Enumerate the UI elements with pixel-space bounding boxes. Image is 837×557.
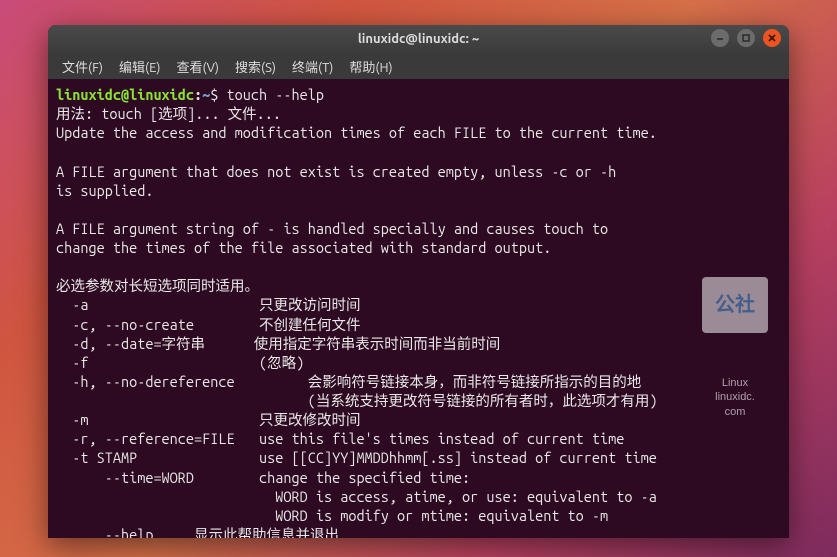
- output-line: WORD is modify or mtime: equivalent to -…: [56, 507, 608, 524]
- output-line: -r, --reference=FILE use this file's tim…: [56, 430, 624, 447]
- output-line: is supplied.: [56, 182, 153, 199]
- close-icon: [767, 33, 777, 43]
- terminal-area[interactable]: linuxidc@linuxidc:~$ touch --help 用法: to…: [48, 79, 789, 538]
- menu-view[interactable]: 查看(V): [171, 54, 225, 79]
- minimize-icon: [715, 33, 725, 43]
- maximize-icon: [741, 33, 751, 43]
- output-line: A FILE argument string of - is handled s…: [56, 220, 608, 237]
- prompt-sep: :: [194, 86, 202, 103]
- output-line: (当系统支持更改符号链接的所有者时，此选项才有用): [56, 392, 657, 409]
- menu-edit[interactable]: 编辑(E): [113, 54, 166, 79]
- output-line: -d, --date=字符串 使用指定字符串表示时间而非当前时间: [56, 335, 500, 352]
- output-line: -m 只更改修改时间: [56, 411, 361, 428]
- watermark-text: Linuxlinuxidc.com: [695, 376, 775, 420]
- maximize-button[interactable]: [737, 29, 755, 47]
- command-text: touch --help: [227, 86, 324, 103]
- output-line: -a 只更改访问时间: [56, 296, 361, 313]
- output-line: WORD is access, atime, or use: equivalen…: [56, 488, 657, 505]
- output-line: --help 显示此帮助信息并退出: [56, 526, 339, 538]
- output-line: -f (忽略): [56, 354, 304, 371]
- output-line: -c, --no-create 不创建任何文件: [56, 316, 361, 333]
- window-title: linuxidc@linuxidc: ~: [48, 32, 789, 46]
- prompt-user-host: linuxidc@linuxidc: [56, 86, 194, 103]
- menubar: 文件(F) 编辑(E) 查看(V) 搜索(S) 终端(T) 帮助(H): [48, 53, 789, 79]
- output-line: Update the access and modification times…: [56, 124, 657, 141]
- terminal-window: linuxidc@linuxidc: ~ 文件(F) 编辑(E) 查看(V) 搜…: [48, 25, 789, 538]
- output-line: A FILE argument that does not exist is c…: [56, 163, 616, 180]
- watermark-logo: 公社: [702, 277, 768, 333]
- menu-search[interactable]: 搜索(S): [229, 54, 282, 79]
- window-controls: [711, 29, 781, 47]
- menu-terminal[interactable]: 终端(T): [286, 54, 339, 79]
- menu-file[interactable]: 文件(F): [56, 54, 109, 79]
- close-button[interactable]: [763, 29, 781, 47]
- menu-help[interactable]: 帮助(H): [343, 54, 398, 79]
- watermark: 公社 Linuxlinuxidc.com: [695, 239, 775, 331]
- titlebar: linuxidc@linuxidc: ~: [48, 25, 789, 53]
- output-line: change the times of the file associated …: [56, 239, 551, 256]
- minimize-button[interactable]: [711, 29, 729, 47]
- output-line: -h, --no-dereference 会影响符号链接本身，而非符号链接所指示…: [56, 373, 641, 390]
- output-line: -t STAMP use [[CC]YY]MMDDhhmm[.ss] inste…: [56, 449, 657, 466]
- prompt-symbol: $: [210, 86, 218, 103]
- output-line: --time=WORD change the specified time:: [56, 469, 470, 486]
- output-line: 用法: touch [选项]... 文件...: [56, 105, 281, 122]
- output-line: 必选参数对长短选项同时适用。: [56, 277, 259, 294]
